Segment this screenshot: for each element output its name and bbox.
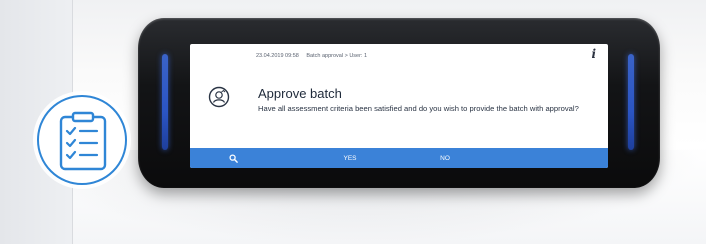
right-status-led <box>628 54 634 150</box>
status-line: 23.04.2019 09:58 Batch approval > User: … <box>256 53 373 59</box>
checklist-badge <box>37 95 127 185</box>
user-approval-icon <box>208 86 230 108</box>
checklist-clipboard-icon <box>59 111 107 171</box>
status-context: Batch approval > User: 1 <box>306 53 368 59</box>
search-button[interactable] <box>218 148 248 168</box>
info-icon[interactable]: i <box>591 47 596 61</box>
search-icon <box>228 153 238 163</box>
display-bezel: 23.04.2019 09:58 Batch approval > User: … <box>138 18 660 188</box>
status-datetime: 23.04.2019 09:58 <box>256 53 299 59</box>
touch-screen: 23.04.2019 09:58 Batch approval > User: … <box>190 44 608 168</box>
dialog-title: Approve batch <box>258 86 342 101</box>
action-bar: YES NO <box>190 148 608 168</box>
no-button[interactable]: NO <box>425 148 465 168</box>
dialog-message: Have all assessment criteria been satisf… <box>258 104 579 113</box>
yes-button[interactable]: YES <box>330 148 370 168</box>
left-status-led <box>162 54 168 150</box>
